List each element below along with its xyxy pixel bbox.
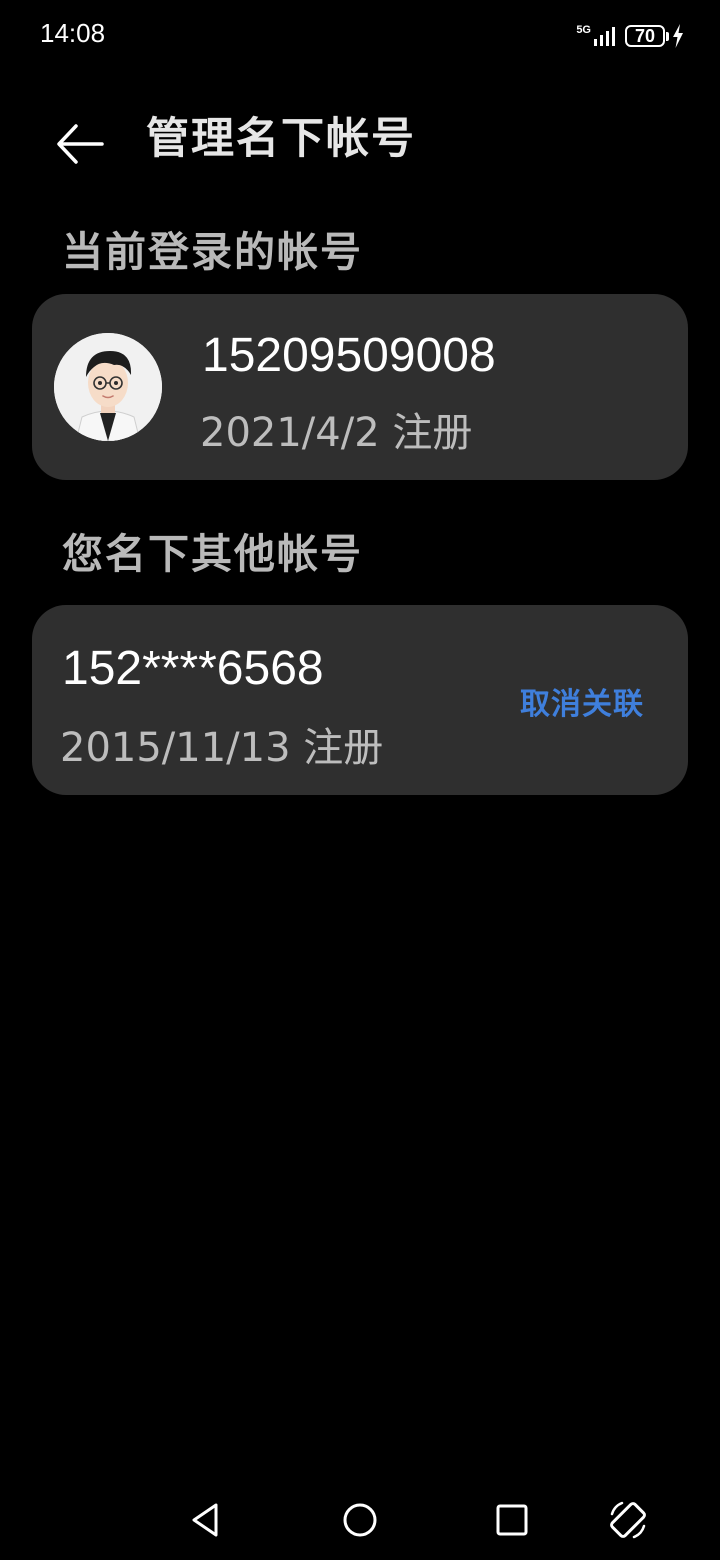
current-account-card[interactable]: 15209509008 2021/4/2 注册 — [32, 294, 688, 480]
current-account-number: 15209509008 — [202, 329, 496, 382]
other-account-number: 152****6568 — [62, 642, 324, 695]
battery-level: 70 — [634, 25, 656, 46]
nav-recents-button[interactable] — [490, 1498, 534, 1542]
page-title: 管理名下帐号 — [146, 114, 416, 164]
arrow-left-icon — [57, 124, 104, 164]
triangle-back-icon — [192, 1503, 218, 1537]
status-bar: 14:08 5G 70 — [0, 0, 720, 72]
battery-nub — [666, 31, 669, 41]
section-title-other-accounts: 您名下其他帐号 — [62, 530, 363, 578]
avatar-cartoon-man-icon — [54, 333, 162, 441]
current-account-registered-date: 2021/4/2 注册 — [200, 410, 473, 456]
status-indicators: 5G 70 — [576, 20, 684, 52]
charging-icon — [673, 24, 683, 48]
page-header: 管理名下帐号 — [0, 96, 720, 176]
nav-back-button[interactable] — [184, 1498, 228, 1542]
other-account-registered-date: 2015/11/13 注册 — [60, 725, 384, 771]
nav-home-button[interactable] — [338, 1498, 382, 1542]
unlink-account-button[interactable]: 取消关联 — [520, 679, 644, 723]
status-time: 14:08 — [40, 18, 106, 48]
other-account-card: 152****6568 2015/11/13 注册 取消关联 — [32, 605, 688, 795]
section-title-current-account: 当前登录的帐号 — [62, 228, 363, 276]
network-type-label: 5G — [576, 23, 591, 36]
avatar — [54, 333, 162, 441]
back-button[interactable] — [52, 106, 112, 166]
rotate-screen-button[interactable] — [606, 1498, 650, 1542]
battery-icon: 70 — [625, 25, 665, 47]
signal-icon — [594, 27, 615, 46]
circle-home-icon — [343, 1503, 377, 1537]
screen-rotate-icon — [610, 1501, 646, 1539]
square-recents-icon — [496, 1504, 528, 1536]
system-nav-bar — [0, 1480, 720, 1560]
